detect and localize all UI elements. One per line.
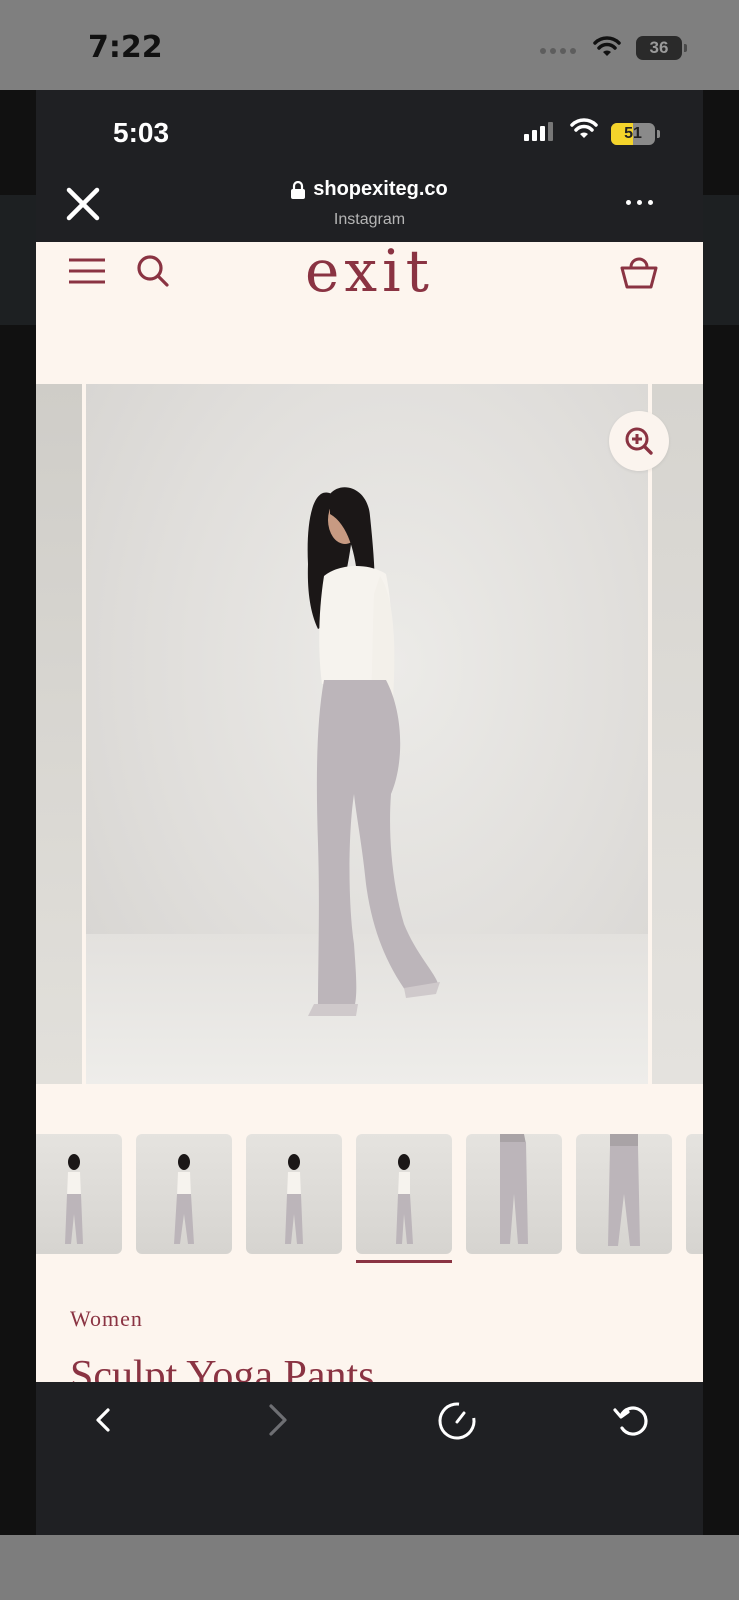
active-thumbnail-indicator	[356, 1260, 452, 1263]
url-display[interactable]: shopexiteg.co Instagram	[36, 178, 703, 229]
url-source: Instagram	[333, 210, 406, 228]
chevron-left-icon[interactable]	[88, 1402, 118, 1438]
browser-bottom-toolbar	[36, 1382, 703, 1535]
basket-icon[interactable]	[620, 254, 658, 290]
inner-battery-level: 51	[624, 125, 642, 142]
thumbnail-4[interactable]	[356, 1134, 452, 1254]
cellular-signal-icon	[524, 122, 553, 141]
more-icon[interactable]	[626, 200, 653, 205]
chevron-right-icon[interactable]	[261, 1402, 291, 1438]
model-figure	[307, 487, 440, 1016]
thumbnail-strip	[36, 1134, 703, 1274]
next-slide-preview[interactable]	[652, 384, 703, 1084]
thumbnail-7[interactable]	[686, 1134, 703, 1254]
product-image-gallery[interactable]	[36, 384, 703, 1084]
previous-slide-preview[interactable]	[36, 384, 82, 1084]
inner-screenshot: 5:03 51 shopexiteg.co Instagram exit Wom…	[36, 90, 703, 1535]
thumbnail-6[interactable]	[576, 1134, 672, 1254]
background-bottom	[0, 1535, 739, 1600]
thumbnail-2[interactable]	[136, 1134, 232, 1254]
url-text: shopexiteg.co	[313, 178, 448, 200]
thumbnail-1[interactable]	[36, 1134, 122, 1254]
outer-battery-indicator: 36	[636, 36, 687, 60]
site-header: exit	[36, 237, 703, 384]
thumbnail-3[interactable]	[246, 1134, 342, 1254]
zoom-in-icon	[625, 427, 653, 455]
speedometer-icon[interactable]	[436, 1400, 478, 1442]
reload-icon[interactable]	[611, 1400, 653, 1442]
thumbnail-5[interactable]	[466, 1134, 562, 1254]
background-dimmed-right	[703, 90, 739, 1535]
inner-clock: 5:03	[113, 117, 170, 148]
inner-battery-indicator: 51	[611, 123, 655, 145]
product-main-image[interactable]	[86, 384, 648, 1084]
wifi-icon	[593, 36, 621, 56]
outer-clock: 7:22	[88, 30, 163, 65]
store-logo[interactable]: exit	[36, 236, 703, 306]
signal-dots-icon	[540, 48, 576, 54]
zoom-button[interactable]	[609, 411, 669, 471]
background-dimmed-left	[0, 90, 36, 1535]
in-app-browser-bar: shopexiteg.co Instagram	[36, 170, 703, 242]
inner-status-bar: 5:03 51	[36, 90, 703, 170]
lock-icon	[291, 180, 306, 199]
wifi-icon	[570, 118, 598, 138]
outer-status-bar: 7:22 36	[0, 0, 739, 90]
product-category[interactable]: Women	[70, 1306, 143, 1332]
